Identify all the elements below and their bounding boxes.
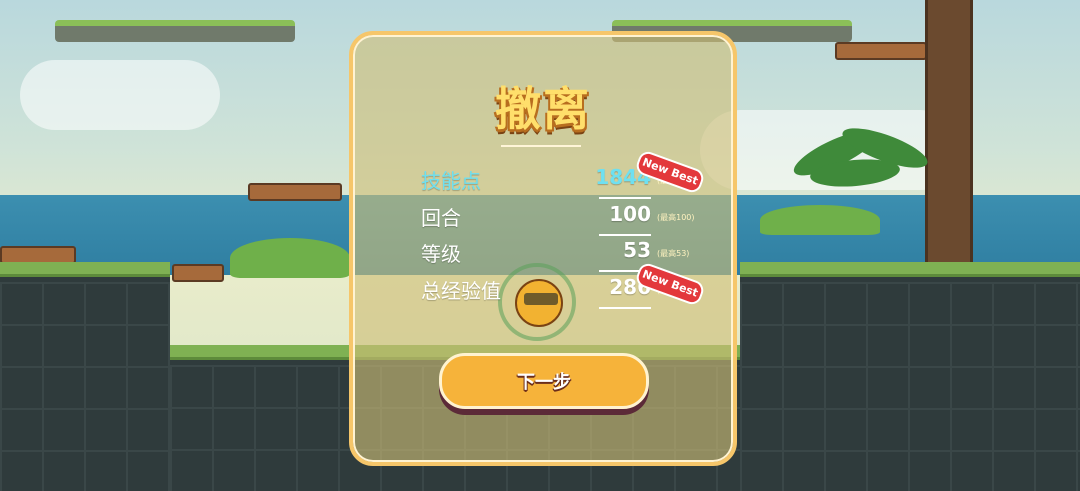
stat-row-rounds: 回合 100 (最高100) — [421, 202, 695, 236]
title-divider — [501, 145, 581, 147]
evacuation-result-panel: 撤离 技能点 1844 (最高1 回合 100 (最高100) 等级 53 (最… — [349, 31, 737, 466]
stat-best: (最高53) — [657, 249, 690, 258]
stat-row-total-exp: 总经验值 286 (最高2 — [421, 275, 681, 309]
stat-row-skill-points: 技能点 1844 (最高1 — [421, 165, 681, 199]
stat-label: 回合 — [421, 206, 461, 230]
result-overlay: 撤离 技能点 1844 (最高1 回合 100 (最高100) 等级 53 (最… — [0, 0, 1080, 491]
next-button-label: 下一步 — [517, 372, 571, 393]
stat-label: 总经验值 — [421, 279, 501, 303]
stat-value: 53 — [623, 238, 651, 262]
next-button[interactable]: 下一步 — [439, 353, 649, 409]
stat-row-level: 等级 53 (最高53) — [421, 238, 689, 272]
stat-value: 100 — [609, 202, 651, 226]
stat-label: 等级 — [421, 242, 461, 266]
stat-best: (最高100) — [657, 213, 695, 222]
stat-label: 技能点 — [421, 169, 481, 193]
panel-title: 撤离 — [495, 82, 591, 136]
